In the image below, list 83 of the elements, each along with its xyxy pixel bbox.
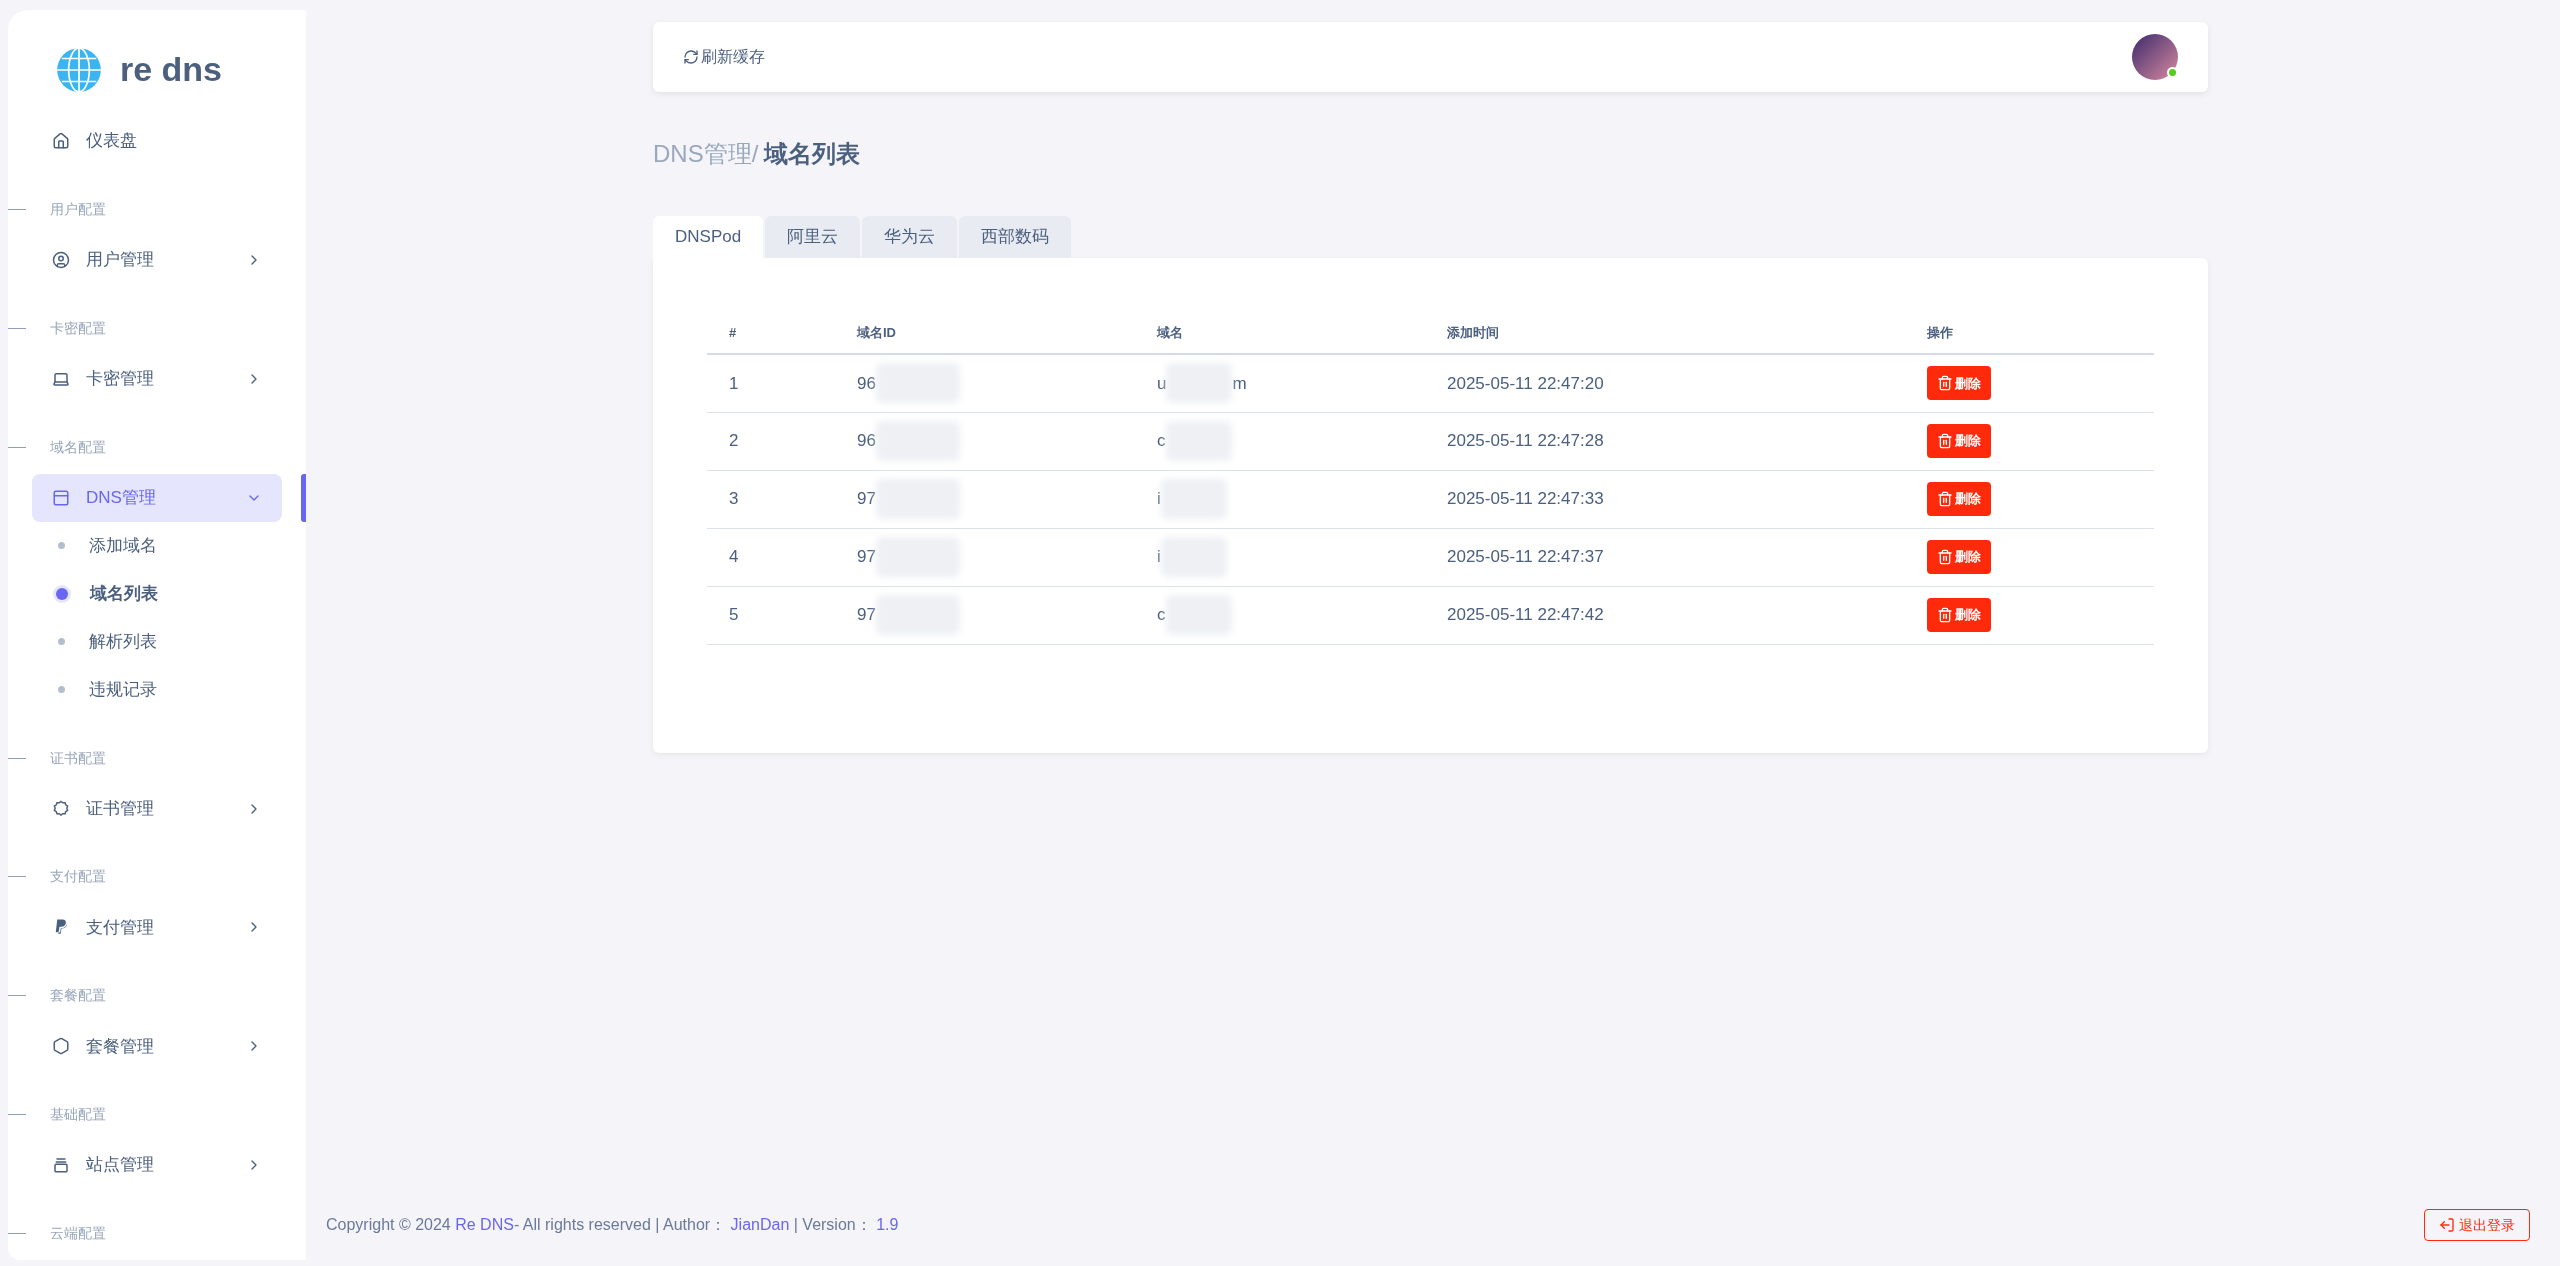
refresh-cache-button[interactable]: 刷新缓存 <box>683 45 765 69</box>
trash-icon <box>1937 433 1953 449</box>
table-cell: 1 <box>729 373 739 393</box>
menu-item[interactable]: 站点管理 <box>32 1141 282 1190</box>
table-cell-text: 97 <box>857 488 876 511</box>
provider-tab[interactable]: 西部数码 <box>959 216 1072 258</box>
table-cell: 2025-05-11 22:47:28 <box>1447 431 1604 451</box>
user-circle-icon <box>52 250 70 269</box>
brand-link[interactable]: Re DNS <box>455 1216 514 1233</box>
globe-logo-icon <box>56 46 102 93</box>
hexagon-icon <box>52 1037 70 1056</box>
menu-item[interactable]: 用户管理 <box>32 235 282 284</box>
bullet-icon <box>56 587 68 600</box>
table-cell: 2 <box>729 431 739 451</box>
table-cell-text: m <box>1232 372 1247 395</box>
trash-icon <box>1937 549 1953 565</box>
provider-tab[interactable]: DNSPod <box>653 216 764 258</box>
section-label: 支付配置 <box>50 867 106 887</box>
menu-item[interactable]: 支付管理 <box>32 903 282 952</box>
page-title: 域名列表 <box>764 139 861 169</box>
submenu-item[interactable]: 域名列表 <box>8 569 306 618</box>
column-header: 域名ID <box>857 324 896 340</box>
stack-icon <box>52 1156 70 1175</box>
submenu-item[interactable]: 添加域名 <box>8 521 306 570</box>
section-label: 证书配置 <box>50 748 106 768</box>
section-label: 用户配置 <box>50 199 106 219</box>
submenu-item[interactable]: 违规记录 <box>8 665 306 714</box>
menu-item[interactable]: 证书管理 <box>32 784 282 833</box>
delete-button[interactable]: 删除 <box>1927 482 1991 516</box>
delete-button[interactable]: 删除 <box>1927 424 1991 458</box>
table-cell: 2025-05-11 22:47:33 <box>1447 489 1604 509</box>
column-header: 添加时间 <box>1447 324 1499 340</box>
table-cell-text: 97 <box>857 546 876 569</box>
badge-icon <box>52 799 70 818</box>
column-header: 域名 <box>1157 324 1183 340</box>
avatar[interactable] <box>2132 34 2178 80</box>
section-label: 套餐配置 <box>50 986 106 1006</box>
submenu-item[interactable]: 解析列表 <box>8 617 306 666</box>
footer-text: Copyright © 2024 Re DNS- All rights reserved | Author： JianDan | Version： 1.9 <box>326 1215 899 1235</box>
logout-icon <box>2439 1217 2455 1233</box>
table-cell-text: i <box>1157 546 1161 569</box>
column-header: 操作 <box>1927 324 1953 340</box>
active-indicator <box>301 473 306 522</box>
section-label: 云端配置 <box>50 1224 106 1244</box>
table-cell: 4 <box>729 547 739 567</box>
provider-tab[interactable]: 阿里云 <box>765 216 861 258</box>
table-cell: 2025-05-11 22:47:37 <box>1447 547 1604 567</box>
section-label: 卡密配置 <box>50 318 106 338</box>
table-cell-text: 97 <box>857 604 876 627</box>
window-icon <box>52 488 70 507</box>
delete-button[interactable]: 删除 <box>1927 598 1991 632</box>
logo-text: re dns <box>120 49 223 90</box>
provider-tab[interactable]: 华为云 <box>862 216 958 258</box>
delete-button[interactable]: 删除 <box>1927 366 1991 401</box>
trash-icon <box>1937 491 1953 507</box>
trash-icon <box>1937 375 1953 392</box>
table-cell: 2025-05-11 22:47:42 <box>1447 605 1604 625</box>
bullet-icon <box>58 638 65 646</box>
menu-item[interactable]: 套餐管理 <box>32 1022 282 1071</box>
table-cell: 5 <box>729 605 739 625</box>
menu-item[interactable]: 仪表盘 <box>32 117 282 165</box>
section-label: 域名配置 <box>50 437 106 457</box>
menu-item[interactable]: DNS管理 <box>32 473 282 522</box>
column-header: # <box>729 324 737 340</box>
table-cell-text: c <box>1157 430 1166 453</box>
table-cell-text: i <box>1157 488 1161 511</box>
bullet-icon <box>58 686 65 694</box>
home-icon <box>52 132 70 150</box>
section-label: 基础配置 <box>50 1105 106 1125</box>
bullet-icon <box>58 542 65 550</box>
logout-button[interactable]: 退出登录 <box>2424 1209 2530 1241</box>
delete-button[interactable]: 删除 <box>1927 540 1991 574</box>
trash-icon <box>1937 607 1953 623</box>
table-cell: 3 <box>729 489 739 509</box>
table-cell-text: u <box>1157 372 1167 395</box>
table-cell-text: 96 <box>857 430 876 453</box>
table-cell-text: 96 <box>857 372 876 395</box>
refresh-icon <box>683 49 699 65</box>
author-link[interactable]: JianDan <box>730 1216 790 1233</box>
menu-item[interactable]: 卡密管理 <box>32 354 282 403</box>
table-cell-text: c <box>1157 604 1166 627</box>
table-cell: 2025-05-11 22:47:20 <box>1447 373 1604 393</box>
version-link[interactable]: 1.9 <box>876 1216 899 1233</box>
